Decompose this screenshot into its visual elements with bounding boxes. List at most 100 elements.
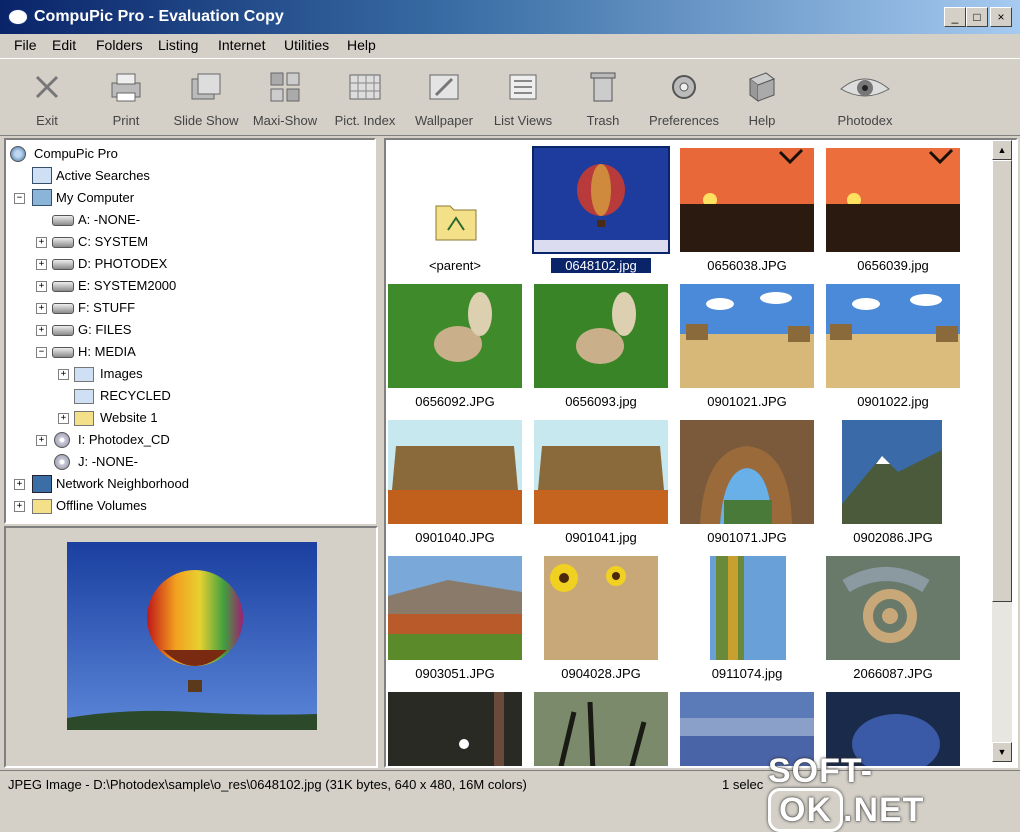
expand-toggle[interactable]: +	[36, 325, 47, 336]
close-button[interactable]: ×	[990, 7, 1012, 27]
folder-icon	[74, 389, 94, 404]
thumbnail-item[interactable]: 0656039.jpg	[826, 148, 960, 282]
expand-toggle[interactable]: +	[36, 259, 47, 270]
exit-label: Exit	[36, 113, 58, 128]
tree-label: H: MEDIA	[78, 344, 136, 359]
scroll-up-arrow-icon[interactable]: ▲	[992, 140, 1012, 160]
list-views-icon	[509, 74, 537, 100]
photodex-button[interactable]: Photodex	[825, 65, 905, 131]
menu-file[interactable]: File	[14, 37, 37, 53]
tree-label: G: FILES	[78, 322, 132, 337]
thumbnail-caption: <parent>	[428, 258, 482, 273]
window-title: CompuPic Pro - Evaluation Copy	[34, 8, 284, 25]
hard-drive-icon	[52, 325, 74, 336]
expand-toggle[interactable]: +	[36, 237, 47, 248]
menu-bar: File Edit Folders Listing Internet Utili…	[0, 34, 1020, 56]
menu-internet[interactable]: Internet	[218, 37, 265, 53]
photodex-label: Photodex	[837, 113, 893, 128]
thumbnail-view[interactable]: <parent> 0648102.jpg 0656038.JPG 0656039…	[384, 138, 1018, 768]
mesa-thumbnail	[534, 420, 668, 524]
folder-icon	[32, 499, 52, 514]
thumbnail-caption: 0656093.jpg	[565, 394, 637, 409]
help-button[interactable]: Help	[723, 65, 801, 131]
hard-drive-icon	[52, 303, 74, 314]
thumbnail-item[interactable]: 0656092.JPG	[388, 284, 522, 418]
thumbnail-item[interactable]: 0901071.JPG	[680, 420, 814, 554]
list-views-button[interactable]: List Views	[484, 65, 562, 131]
app-icon[interactable]	[8, 9, 28, 25]
menu-utilities[interactable]: Utilities	[284, 37, 329, 53]
network-icon	[32, 475, 52, 493]
tree-label: Offline Volumes	[56, 498, 147, 513]
expand-toggle[interactable]: +	[36, 435, 47, 446]
print-button[interactable]: Print	[87, 65, 165, 131]
exit-button[interactable]: Exit	[8, 65, 86, 131]
wallpaper-button[interactable]: Wallpaper	[405, 65, 483, 131]
picture-index-label: Pict. Index	[334, 113, 396, 128]
thumbnail-caption: 0901022.jpg	[857, 394, 929, 409]
preferences-icon	[672, 75, 696, 99]
thumbnail-selected[interactable]: 0648102.jpg	[532, 146, 670, 282]
tree-label: RECYCLED	[100, 388, 171, 403]
thumbnail-item[interactable]: 0903051.JPG	[388, 556, 522, 690]
title-bar: CompuPic Pro - Evaluation Copy _ □ ×	[0, 0, 1020, 34]
scroll-thumb[interactable]	[992, 160, 1012, 602]
thumbnail-parent[interactable]: <parent>	[388, 148, 522, 282]
thumbnail-item[interactable]: 0901041.jpg	[534, 420, 668, 554]
slide-show-button[interactable]: Slide Show	[167, 65, 245, 131]
menu-edit[interactable]: Edit	[52, 37, 76, 53]
desert-thumbnail	[680, 284, 814, 388]
thumbnail-caption: 0656092.JPG	[415, 394, 495, 409]
minimize-button[interactable]: _	[944, 7, 966, 27]
search-folder-icon	[32, 167, 52, 184]
collapse-toggle[interactable]: −	[36, 347, 47, 358]
expand-toggle[interactable]: +	[36, 303, 47, 314]
maximize-button[interactable]: □	[966, 7, 988, 27]
expand-toggle[interactable]: +	[58, 413, 69, 424]
squirrel-thumbnail	[534, 284, 668, 388]
expand-toggle[interactable]: +	[58, 369, 69, 380]
snake-thumbnail	[826, 556, 960, 660]
thumbnail-caption: 0901040.JPG	[415, 530, 495, 545]
trash-button[interactable]: Trash	[564, 65, 642, 131]
vertical-scrollbar[interactable]: ▲ ▼	[992, 140, 1012, 762]
tree-label: Network Neighborhood	[56, 476, 189, 491]
maxi-show-button[interactable]: Maxi-Show	[246, 65, 324, 131]
picture-index-button[interactable]: Pict. Index	[326, 65, 404, 131]
thumbnail-item[interactable]: 0901021.JPG	[680, 284, 814, 418]
cd-drive-icon	[54, 432, 70, 448]
thumbnail-caption: 0901041.jpg	[565, 530, 637, 545]
thumbnail-caption: 0902086.JPG	[853, 530, 933, 545]
thumbnail-item[interactable]: 0904028.JPG	[534, 556, 668, 690]
thumbnail-item[interactable]: 0656093.jpg	[534, 284, 668, 418]
thumbnail-item[interactable]	[388, 692, 522, 766]
thumbnail-item[interactable]: 0911074.jpg	[680, 556, 814, 690]
thumbnail-item[interactable]	[534, 692, 668, 766]
menu-listing[interactable]: Listing	[158, 37, 198, 53]
trash-label: Trash	[586, 113, 620, 128]
thumbnail-item[interactable]: 0656038.JPG	[680, 148, 814, 282]
expand-toggle[interactable]: +	[36, 281, 47, 292]
folder-tree[interactable]: CompuPic Pro Active Searches − My Comput…	[4, 138, 376, 524]
thumbnail-item[interactable]: 2066087.JPG	[826, 556, 960, 690]
thumbnail-caption: 0656039.jpg	[857, 258, 929, 273]
thumbnail-caption: 0656038.JPG	[707, 258, 787, 273]
toolbar: Exit Print Slide Show Maxi-Show Pict. In…	[0, 58, 1020, 136]
collapse-toggle[interactable]: −	[14, 193, 25, 204]
thumbnail-item[interactable]: 0901040.JPG	[388, 420, 522, 554]
slide-show-label: Slide Show	[173, 113, 239, 128]
expand-toggle[interactable]: +	[14, 501, 25, 512]
preferences-button[interactable]: Preferences	[645, 65, 723, 131]
menu-folders[interactable]: Folders	[96, 37, 143, 53]
thumbnail-item[interactable]: 0902086.JPG	[826, 420, 960, 554]
menu-help[interactable]: Help	[347, 37, 376, 53]
globe-icon	[10, 146, 26, 162]
expand-toggle[interactable]: +	[14, 479, 25, 490]
folder-icon	[74, 367, 94, 382]
mountain-thumbnail	[842, 420, 942, 524]
watermark-logo: SOFT-OK .NET	[768, 752, 1020, 832]
thumbnail-item[interactable]: 0901022.jpg	[826, 284, 960, 418]
cd-drive-icon	[54, 454, 70, 470]
thumbnail-caption: 0911074.jpg	[711, 666, 783, 681]
maxi-show-icon	[270, 72, 300, 102]
